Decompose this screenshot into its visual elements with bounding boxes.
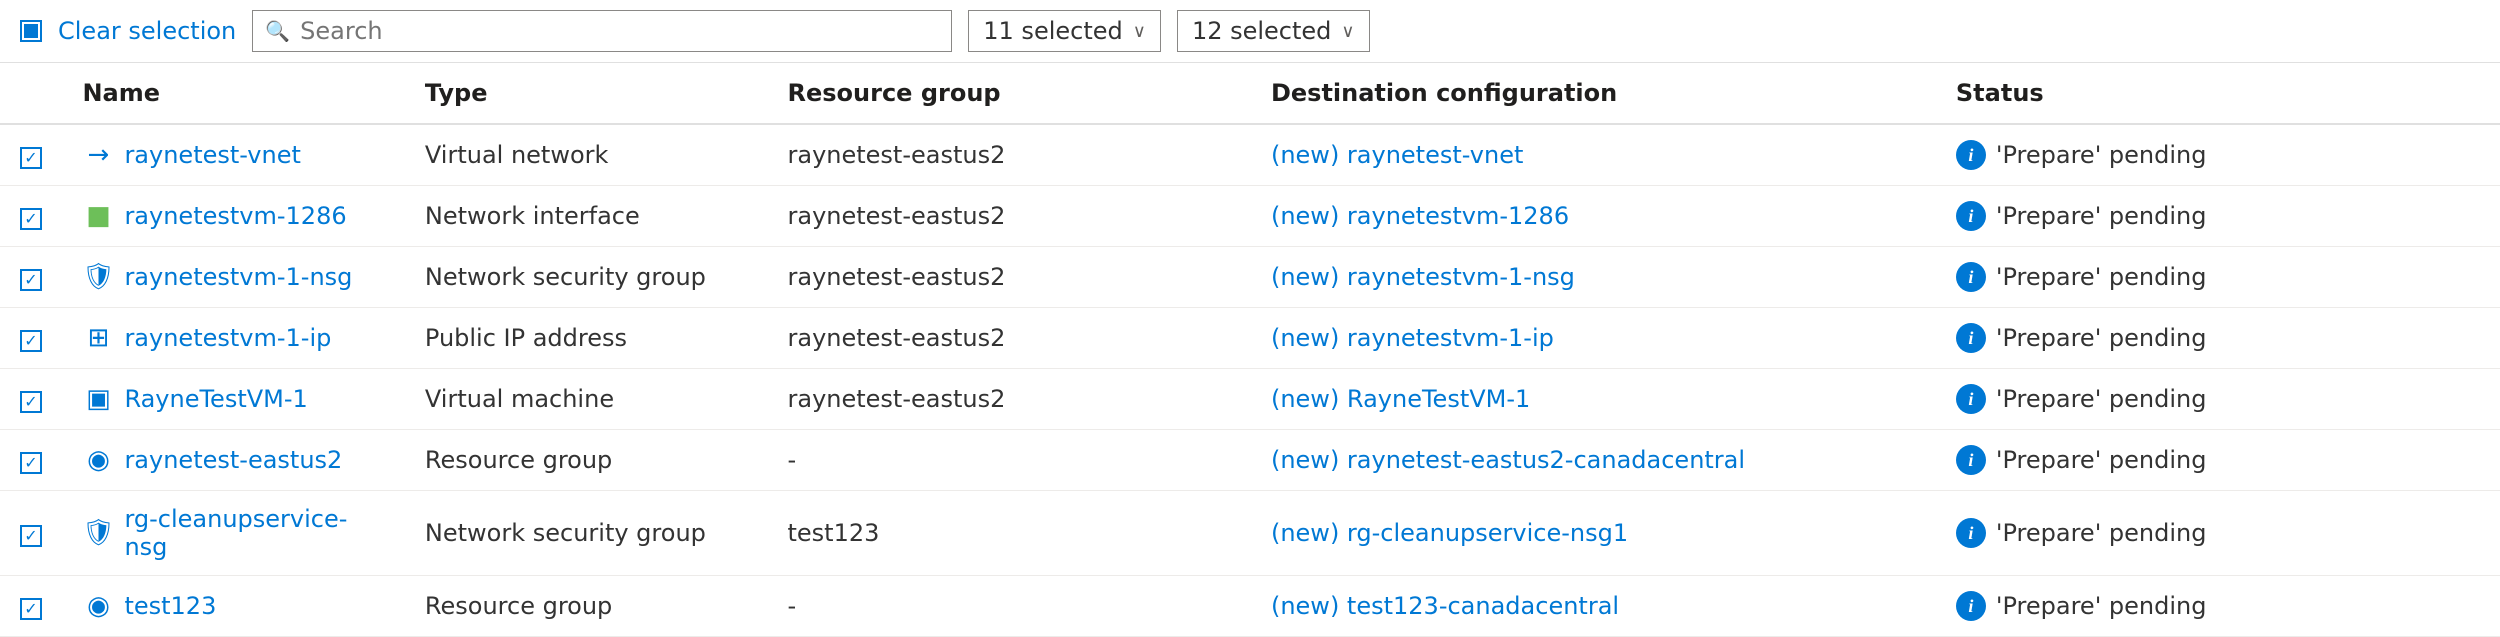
row-checkbox[interactable] (20, 208, 42, 230)
destination-config-link[interactable]: (new) raynetest-eastus2-canadacentral (1271, 446, 1745, 474)
col-header-rg: Resource group (768, 63, 1251, 124)
table-row: ⊞ raynetestvm-1-ip Public IP addressraynet… (0, 308, 2500, 369)
chevron-down-icon-2: ∨ (1341, 21, 1354, 42)
row-checkbox[interactable] (20, 391, 42, 413)
row-checkbox[interactable] (20, 525, 42, 547)
destination-config-link[interactable]: (new) raynetestvm-1286 (1271, 202, 1569, 230)
resource-group: raynetest-eastus2 (768, 308, 1251, 369)
resource-name-link[interactable]: rg-cleanupservice-nsg (124, 505, 384, 561)
info-icon[interactable]: i (1956, 445, 1986, 475)
destination-config-link[interactable]: (new) raynetest-vnet (1271, 141, 1523, 169)
destination-config-link[interactable]: (new) rg-cleanupservice-nsg1 (1271, 519, 1628, 547)
resource-group: test123 (768, 491, 1251, 576)
row-checkbox[interactable] (20, 452, 42, 474)
status-text: 'Prepare' pending (1996, 202, 2207, 230)
resource-group: - (768, 430, 1251, 491)
col-header-name: Name (62, 63, 404, 124)
resource-name-link[interactable]: raynetest-eastus2 (124, 446, 342, 474)
region-filter-label: 12 selected (1192, 17, 1331, 45)
resource-type: Public IP address (405, 308, 768, 369)
resource-type: Network security group (405, 491, 768, 576)
region-filter-dropdown[interactable]: 12 selected ∨ (1177, 10, 1370, 52)
info-icon[interactable]: i (1956, 518, 1986, 548)
search-input[interactable] (300, 17, 939, 45)
info-icon[interactable]: i (1956, 262, 1986, 292)
type-filter-label: 11 selected (983, 17, 1122, 45)
table-row: → raynetest-vnet Virtual networkraynetest-… (0, 124, 2500, 186)
resource-group: raynetest-eastus2 (768, 186, 1251, 247)
resource-type: Network interface (405, 186, 768, 247)
status-text: 'Prepare' pending (1996, 324, 2207, 352)
resource-type-icon: ▣ (82, 383, 114, 415)
resource-name-link[interactable]: RayneTestVM-1 (124, 385, 307, 413)
info-icon[interactable]: i (1956, 591, 1986, 621)
table-row: 🛡 rg-cleanupservice-nsg Network security g… (0, 491, 2500, 576)
info-icon[interactable]: i (1956, 323, 1986, 353)
resources-table: Name Type Resource group Destination con… (0, 63, 2500, 637)
resource-name-link[interactable]: test123 (124, 592, 216, 620)
table-container: Name Type Resource group Destination con… (0, 63, 2500, 637)
table-header-row: Name Type Resource group Destination con… (0, 63, 2500, 124)
table-row: ▣ RayneTestVM-1 Virtual machineraynetest-e… (0, 369, 2500, 430)
table-row: ◉ raynetest-eastus2 Resource group-(new) r… (0, 430, 2500, 491)
table-row: 🛡 raynetestvm-1-nsg Network security group… (0, 247, 2500, 308)
toolbar: Clear selection 🔍 11 selected ∨ 12 selec… (0, 0, 2500, 63)
table-row: ■ raynetestvm-1286 Network interfaceraynet… (0, 186, 2500, 247)
col-header-status: Status (1936, 63, 2500, 124)
resource-type: Resource group (405, 430, 768, 491)
search-icon: 🔍 (265, 19, 290, 43)
destination-config-link[interactable]: (new) raynetestvm-1-ip (1271, 324, 1554, 352)
resource-type-icon: ◉ (82, 590, 114, 622)
select-all-checkbox[interactable] (20, 20, 42, 42)
destination-config-link[interactable]: (new) test123-canadacentral (1271, 592, 1619, 620)
resource-name-link[interactable]: raynetestvm-1-nsg (124, 263, 352, 291)
status-text: 'Prepare' pending (1996, 385, 2207, 413)
resource-name-link[interactable]: raynetest-vnet (124, 141, 300, 169)
type-filter-dropdown[interactable]: 11 selected ∨ (968, 10, 1161, 52)
resource-name-link[interactable]: raynetestvm-1-ip (124, 324, 331, 352)
resource-type: Virtual machine (405, 369, 768, 430)
resource-type: Network security group (405, 247, 768, 308)
destination-config-link[interactable]: (new) raynetestvm-1-nsg (1271, 263, 1575, 291)
resource-type-icon: 🛡 (82, 517, 114, 549)
info-icon[interactable]: i (1956, 201, 1986, 231)
status-text: 'Prepare' pending (1996, 263, 2207, 291)
resource-type-icon: ⊞ (82, 322, 114, 354)
row-checkbox[interactable] (20, 269, 42, 291)
info-icon[interactable]: i (1956, 384, 1986, 414)
resource-type-icon: 🛡 (82, 261, 114, 293)
destination-config-link[interactable]: (new) RayneTestVM-1 (1271, 385, 1530, 413)
chevron-down-icon: ∨ (1133, 21, 1146, 42)
resource-group: raynetest-eastus2 (768, 369, 1251, 430)
status-text: 'Prepare' pending (1996, 446, 2207, 474)
clear-selection-button[interactable]: Clear selection (58, 17, 236, 45)
col-header-checkbox (0, 63, 62, 124)
resource-group: - (768, 576, 1251, 637)
status-text: 'Prepare' pending (1996, 592, 2207, 620)
resource-type-icon: ◉ (82, 444, 114, 476)
table-row: ◉ test123 Resource group-(new) test123-can… (0, 576, 2500, 637)
resource-type: Virtual network (405, 124, 768, 186)
status-text: 'Prepare' pending (1996, 141, 2207, 169)
info-icon[interactable]: i (1956, 140, 1986, 170)
resource-type: Resource group (405, 576, 768, 637)
col-header-dest: Destination configuration (1251, 63, 1936, 124)
row-checkbox[interactable] (20, 147, 42, 169)
resource-group: raynetest-eastus2 (768, 247, 1251, 308)
row-checkbox[interactable] (20, 330, 42, 352)
resource-group: raynetest-eastus2 (768, 124, 1251, 186)
status-text: 'Prepare' pending (1996, 519, 2207, 547)
row-checkbox[interactable] (20, 598, 42, 620)
col-header-type: Type (405, 63, 768, 124)
search-box: 🔍 (252, 10, 952, 52)
resource-type-icon: → (82, 139, 114, 171)
resource-name-link[interactable]: raynetestvm-1286 (124, 202, 346, 230)
resource-type-icon: ■ (82, 200, 114, 232)
